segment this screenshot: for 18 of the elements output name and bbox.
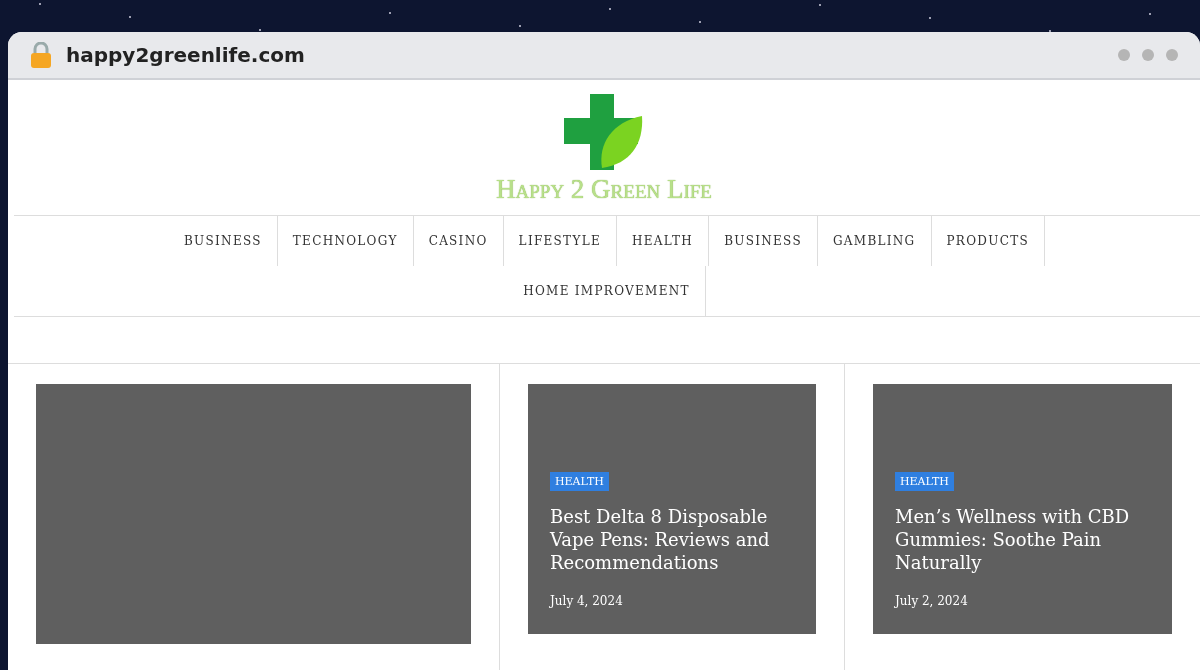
post-date: July 4, 2024 xyxy=(550,594,623,608)
nav-link[interactable]: PRODUCTS xyxy=(931,216,1045,266)
nav-link[interactable]: GAMBLING xyxy=(817,216,932,266)
nav-link[interactable]: HOME IMPROVEMENT xyxy=(508,266,706,316)
nav-link[interactable]: BUSINESS xyxy=(709,216,818,266)
cross-leaf-logo-icon xyxy=(564,94,644,170)
nav-link[interactable]: LIFESTYLE xyxy=(503,216,617,266)
category-tag[interactable]: HEALTH xyxy=(550,472,609,491)
post-title[interactable]: Men’s Wellness with CBD Gummies: Soothe Pain Naturally xyxy=(895,505,1150,574)
window-dots-icon xyxy=(1118,49,1178,61)
nav-link[interactable]: CASINO xyxy=(413,216,504,266)
post-title[interactable]: Best Delta 8 Disposable Vape Pens: Reviews and Recommendations xyxy=(550,505,794,574)
nav-link[interactable]: TECHNOLOGY xyxy=(277,216,414,266)
nav-link[interactable]: BUSINESS xyxy=(169,216,278,266)
nav-link[interactable]: HEALTH xyxy=(617,216,710,266)
lock-icon xyxy=(30,42,52,68)
category-tag[interactable]: HEALTH xyxy=(895,472,954,491)
post-date: July 2, 2024 xyxy=(895,594,968,608)
